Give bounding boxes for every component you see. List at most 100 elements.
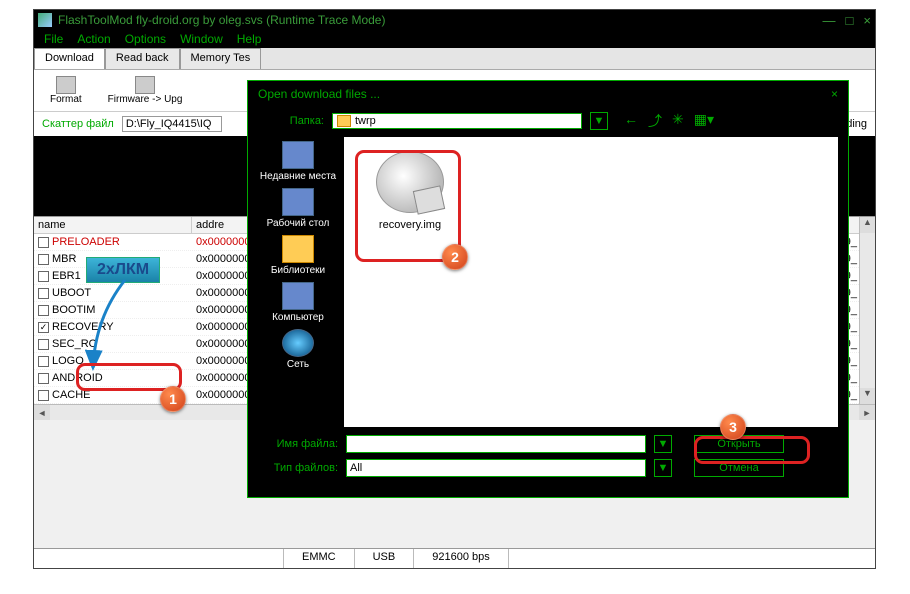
titlebar: FlashToolMod fly-droid.org by oleg.svs (…	[34, 10, 875, 30]
place-desktop[interactable]: Рабочий стол	[258, 188, 338, 229]
status-usb: USB	[355, 549, 415, 568]
filetype-dd-icon[interactable]: ▼	[654, 459, 672, 477]
new-folder-icon[interactable]: ✳	[672, 111, 684, 131]
tab-download[interactable]: Download	[34, 48, 105, 69]
row-name: LOGO	[52, 355, 84, 367]
place-computer[interactable]: Компьютер	[258, 282, 338, 323]
place-desktop-label: Рабочий стол	[267, 218, 330, 229]
desktop-icon	[282, 188, 314, 216]
folder-dropdown[interactable]: twrp	[332, 113, 582, 129]
checkbox[interactable]	[38, 288, 49, 299]
row-name: PRELOADER	[52, 236, 120, 248]
callout-2xlkm: 2хЛКМ	[86, 257, 160, 283]
col-name[interactable]: name	[34, 217, 192, 233]
format-button[interactable]: Format	[42, 74, 90, 107]
scrollbar-v[interactable]: ▲ ▼	[859, 217, 875, 404]
tabs: Download Read back Memory Tes	[34, 48, 875, 70]
row-name: BOOTIM	[52, 304, 95, 316]
row-name: UBOOT	[52, 287, 91, 299]
firmware-label: Firmware -> Upg	[108, 94, 183, 105]
format-icon	[56, 76, 76, 94]
folder-icon	[337, 115, 351, 127]
libraries-icon	[282, 235, 314, 263]
row-name: EBR1	[52, 270, 81, 282]
place-recent-label: Недавние места	[260, 171, 336, 182]
dropdown-arrow-icon[interactable]: ▼	[590, 112, 608, 130]
app-icon	[38, 13, 52, 27]
menu-help[interactable]: Help	[237, 32, 262, 46]
status-cell-empty	[34, 549, 284, 568]
filename-label: Имя файла:	[258, 438, 338, 450]
scatter-path-input[interactable]: D:\Fly_IQ4415\IQ	[122, 116, 222, 132]
statusbar: EMMC USB 921600 bps	[34, 548, 875, 568]
tab-memtest[interactable]: Memory Tes	[180, 48, 262, 69]
cancel-button[interactable]: Отмена	[694, 459, 784, 477]
dialog-titlebar: Open download files ... ×	[248, 81, 848, 107]
back-icon[interactable]: ←	[624, 111, 638, 131]
status-baud: 921600 bps	[414, 549, 509, 568]
nav-icons: ← ⤴ ✳ ▦▾	[624, 111, 714, 131]
place-libraries-label: Библиотеки	[271, 265, 325, 276]
filetype-input[interactable]: All	[346, 459, 646, 477]
scroll-down-icon[interactable]: ▼	[860, 388, 875, 404]
scroll-up-icon[interactable]: ▲	[860, 217, 875, 233]
menu-window[interactable]: Window	[180, 32, 223, 46]
file-open-dialog: Open download files ... × Папка: twrp ▼ …	[247, 80, 849, 498]
file-item-label: recovery.img	[362, 219, 458, 231]
row-name: RECOVERY	[52, 321, 114, 333]
file-list-area[interactable]: recovery.img	[344, 137, 838, 427]
checkbox[interactable]	[38, 339, 49, 350]
marker-3: 3	[720, 414, 746, 440]
dialog-bottom: Имя файла: ▼ Открыть Тип файлов: All ▼ О…	[258, 435, 838, 483]
place-network-label: Сеть	[287, 359, 309, 370]
firmware-icon	[135, 76, 155, 94]
place-network[interactable]: Сеть	[258, 329, 338, 370]
checkbox[interactable]	[38, 237, 49, 248]
filetype-label: Тип файлов:	[258, 462, 338, 474]
view-menu-icon[interactable]: ▦▾	[694, 111, 714, 131]
filename-dd-icon[interactable]: ▼	[654, 435, 672, 453]
checkbox[interactable]	[38, 373, 49, 384]
marker-2: 2	[442, 244, 468, 270]
filename-input[interactable]	[346, 435, 646, 453]
checkbox[interactable]	[38, 254, 49, 265]
window-title: FlashToolMod fly-droid.org by oleg.svs (…	[58, 13, 385, 27]
checkbox[interactable]	[38, 305, 49, 316]
folder-label: Папка:	[258, 115, 324, 127]
row-name: CACHE	[52, 389, 91, 401]
place-computer-label: Компьютер	[272, 312, 324, 323]
disc-image-icon	[376, 151, 444, 213]
checkbox[interactable]	[38, 356, 49, 367]
folder-name: twrp	[355, 115, 376, 127]
firmware-button[interactable]: Firmware -> Upg	[100, 74, 191, 107]
checkbox[interactable]	[38, 390, 49, 401]
scroll-right-icon[interactable]: ►	[859, 405, 875, 420]
row-name: SEC_RO	[52, 338, 97, 350]
maximize-button[interactable]: □	[846, 13, 854, 28]
scatter-label: Скаттер файл	[42, 118, 114, 130]
minimize-button[interactable]: —	[823, 13, 836, 28]
folder-row: Папка: twrp ▼ ← ⤴ ✳ ▦▾	[258, 111, 838, 131]
checkbox[interactable]: ✓	[38, 322, 49, 333]
recent-icon	[282, 141, 314, 169]
scroll-left-icon[interactable]: ◄	[34, 405, 50, 420]
up-folder-icon[interactable]: ⤴	[648, 111, 662, 131]
menu-options[interactable]: Options	[125, 32, 166, 46]
file-item-recovery[interactable]: recovery.img	[362, 151, 458, 231]
close-button[interactable]: ×	[863, 13, 871, 28]
place-libraries[interactable]: Библиотеки	[258, 235, 338, 276]
dialog-title: Open download files ...	[258, 87, 380, 101]
network-icon	[282, 329, 314, 357]
menubar: File Action Options Window Help	[34, 30, 875, 48]
menu-file[interactable]: File	[44, 32, 63, 46]
menu-action[interactable]: Action	[77, 32, 110, 46]
tab-readback[interactable]: Read back	[105, 48, 180, 69]
marker-1: 1	[160, 386, 186, 412]
place-recent[interactable]: Недавние места	[258, 141, 338, 182]
checkbox[interactable]	[38, 271, 49, 282]
row-name: ANDROID	[52, 372, 103, 384]
row-name: MBR	[52, 253, 76, 265]
dialog-close-button[interactable]: ×	[831, 87, 838, 101]
computer-icon	[282, 282, 314, 310]
status-emmc: EMMC	[284, 549, 355, 568]
